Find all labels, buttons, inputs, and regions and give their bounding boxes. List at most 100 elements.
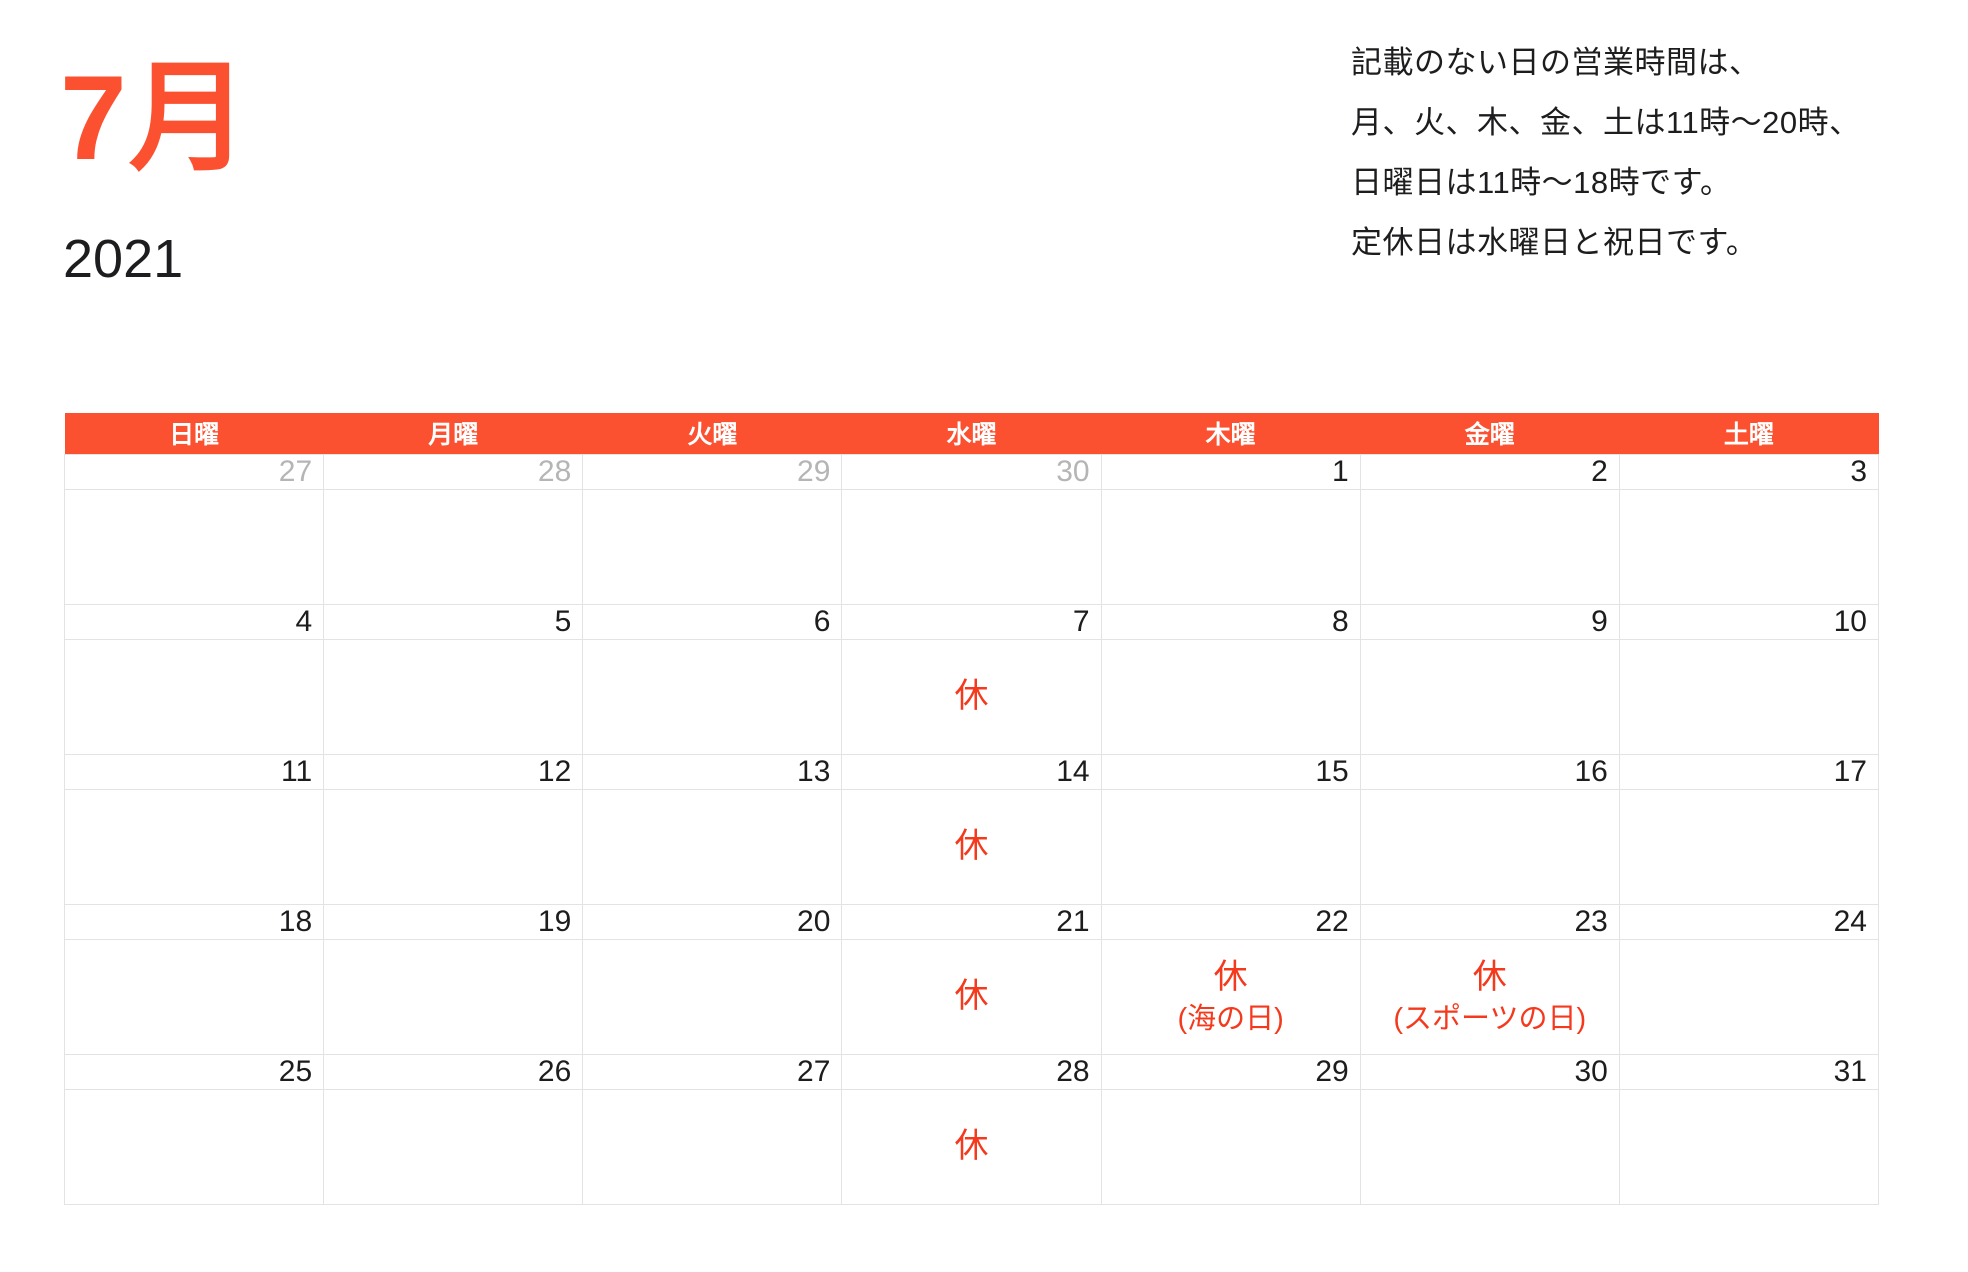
week-date-row: 27282930123 xyxy=(65,454,1879,489)
day-content-cell xyxy=(1360,1089,1619,1204)
day-number-cell: 4 xyxy=(65,604,324,639)
weekday-header-cell: 火曜 xyxy=(583,413,842,454)
business-hours-note-line: 定休日は水曜日と祝日です。 xyxy=(1351,213,1861,273)
day-number-cell: 30 xyxy=(842,454,1101,489)
day-number-cell: 27 xyxy=(65,454,324,489)
day-content-cell xyxy=(1101,639,1360,754)
week-date-row: 25262728293031 xyxy=(65,1054,1879,1089)
day-content-cell xyxy=(65,1089,324,1204)
week-content-row: 休休(海の日)休(スポーツの日) xyxy=(65,939,1879,1054)
day-number-cell: 11 xyxy=(65,754,324,789)
day-number-cell: 24 xyxy=(1619,904,1878,939)
day-content-cell: 休(スポーツの日) xyxy=(1360,939,1619,1054)
closed-label: 休 xyxy=(842,824,1100,869)
week-content-row xyxy=(65,489,1879,604)
holiday-name-label: (海の日) xyxy=(1102,1000,1360,1038)
day-content-cell xyxy=(1360,489,1619,604)
day-content-cell: 休 xyxy=(842,939,1101,1054)
week-date-row: 18192021222324 xyxy=(65,904,1879,939)
day-content-cell xyxy=(65,789,324,904)
day-number-cell: 23 xyxy=(1360,904,1619,939)
business-hours-note-line: 記載のない日の営業時間は、 xyxy=(1351,33,1861,93)
day-number-cell: 25 xyxy=(65,1054,324,1089)
weekday-header-cell: 月曜 xyxy=(324,413,583,454)
week-date-row: 11121314151617 xyxy=(65,754,1879,789)
business-hours-note: 記載のない日の営業時間は、 月、火、木、金、土は11時〜20時、 日曜日は11時… xyxy=(1351,33,1861,273)
day-number-cell: 26 xyxy=(324,1054,583,1089)
day-content-cell xyxy=(1619,489,1878,604)
day-content-cell xyxy=(1619,639,1878,754)
day-content-cell xyxy=(324,489,583,604)
closed-label: 休 xyxy=(1102,955,1360,1000)
day-content-cell xyxy=(1101,1089,1360,1204)
day-number-cell: 28 xyxy=(842,1054,1101,1089)
day-content-cell xyxy=(324,1089,583,1204)
week-content-row: 休 xyxy=(65,1089,1879,1204)
business-hours-note-line: 月、火、木、金、土は11時〜20時、 xyxy=(1351,93,1861,153)
day-content-cell xyxy=(583,1089,842,1204)
day-content-cell xyxy=(1101,789,1360,904)
day-number-cell: 29 xyxy=(1101,1054,1360,1089)
day-number-cell: 29 xyxy=(583,454,842,489)
day-number-cell: 15 xyxy=(1101,754,1360,789)
day-number-cell: 31 xyxy=(1619,1054,1878,1089)
weekday-header-cell: 金曜 xyxy=(1360,413,1619,454)
day-number-cell: 9 xyxy=(1360,604,1619,639)
day-content-cell: 休 xyxy=(842,639,1101,754)
day-content-cell xyxy=(583,489,842,604)
day-content-cell: 休(海の日) xyxy=(1101,939,1360,1054)
day-content-cell xyxy=(1360,639,1619,754)
day-number-cell: 28 xyxy=(324,454,583,489)
day-number-cell: 13 xyxy=(583,754,842,789)
day-content-cell: 休 xyxy=(842,1089,1101,1204)
day-content-cell xyxy=(1101,489,1360,604)
day-content-cell: 休 xyxy=(842,789,1101,904)
closed-label: 休 xyxy=(842,974,1100,1019)
day-content-cell xyxy=(1619,939,1878,1054)
day-number-cell: 27 xyxy=(583,1054,842,1089)
day-content-cell xyxy=(583,639,842,754)
weekday-header-cell: 木曜 xyxy=(1101,413,1360,454)
day-content-cell xyxy=(65,939,324,1054)
day-number-cell: 7 xyxy=(842,604,1101,639)
week-content-row: 休 xyxy=(65,789,1879,904)
day-content-cell xyxy=(65,489,324,604)
business-hours-note-line: 日曜日は11時〜18時です。 xyxy=(1351,153,1861,213)
day-number-cell: 21 xyxy=(842,904,1101,939)
day-number-cell: 10 xyxy=(1619,604,1878,639)
day-number-cell: 17 xyxy=(1619,754,1878,789)
day-number-cell: 20 xyxy=(583,904,842,939)
day-number-cell: 18 xyxy=(65,904,324,939)
week-date-row: 45678910 xyxy=(65,604,1879,639)
weekday-header-cell: 水曜 xyxy=(842,413,1101,454)
day-number-cell: 19 xyxy=(324,904,583,939)
calendar-table: 日曜月曜火曜水曜木曜金曜土曜 2728293012345678910休11121… xyxy=(64,413,1879,1205)
day-number-cell: 8 xyxy=(1101,604,1360,639)
closed-label: 休 xyxy=(842,1124,1100,1169)
day-number-cell: 2 xyxy=(1360,454,1619,489)
day-number-cell: 30 xyxy=(1360,1054,1619,1089)
day-number-cell: 16 xyxy=(1360,754,1619,789)
day-content-cell xyxy=(842,489,1101,604)
holiday-name-label: (スポーツの日) xyxy=(1361,1000,1619,1038)
day-number-cell: 22 xyxy=(1101,904,1360,939)
day-content-cell xyxy=(1619,1089,1878,1204)
day-content-cell xyxy=(65,639,324,754)
day-content-cell xyxy=(324,939,583,1054)
day-content-cell xyxy=(324,789,583,904)
closed-label: 休 xyxy=(1361,955,1619,1000)
day-number-cell: 5 xyxy=(324,604,583,639)
month-title: 7月 xyxy=(60,58,251,178)
closed-label: 休 xyxy=(842,674,1100,719)
calendar-body: 2728293012345678910休11121314151617休18192… xyxy=(65,454,1879,1204)
day-content-cell xyxy=(324,639,583,754)
weekday-header-cell: 土曜 xyxy=(1619,413,1878,454)
day-number-cell: 14 xyxy=(842,754,1101,789)
day-content-cell xyxy=(1360,789,1619,904)
day-number-cell: 6 xyxy=(583,604,842,639)
day-number-cell: 3 xyxy=(1619,454,1878,489)
day-number-cell: 12 xyxy=(324,754,583,789)
week-content-row: 休 xyxy=(65,639,1879,754)
year-label: 2021 xyxy=(63,230,183,289)
day-number-cell: 1 xyxy=(1101,454,1360,489)
